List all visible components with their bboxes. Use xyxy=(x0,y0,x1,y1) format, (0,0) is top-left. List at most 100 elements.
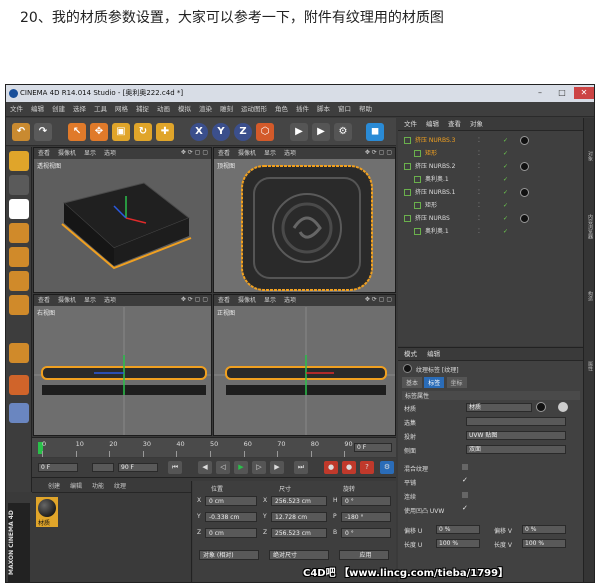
seamless-checkbox[interactable] xyxy=(462,492,468,498)
redo-icon[interactable]: ↷ xyxy=(34,123,52,141)
size-field[interactable]: 256.523 cm xyxy=(271,496,327,506)
maximize-button[interactable]: □ xyxy=(552,87,572,99)
recent-tool-icon[interactable]: ✚ xyxy=(156,123,174,141)
tab-mode[interactable]: 模式 xyxy=(404,350,417,358)
undo-icon[interactable]: ↶ xyxy=(12,123,30,141)
viewport-top[interactable]: 查看 摄像机 显示 选项 ✥ ⟳ ▢ ▢ 顶视图 xyxy=(213,147,396,293)
workplane-icon[interactable] xyxy=(9,403,29,423)
size-field[interactable]: 12.728 cm xyxy=(271,512,327,522)
play-icon[interactable]: ▶ xyxy=(234,461,248,474)
length-u-field[interactable]: 100 % xyxy=(436,539,480,548)
keyframe-icon[interactable]: ⚙ xyxy=(380,461,394,474)
projection-select[interactable]: UVW 贴图 xyxy=(466,431,566,440)
visibility-icon[interactable]: ⁚ xyxy=(478,160,480,173)
menu-item[interactable]: 渲染 xyxy=(195,102,216,117)
viewport-right[interactable]: 查看 摄像机 显示 选项 ✥ ⟳ ▢ ▢ 右视图 xyxy=(33,294,212,436)
visibility-icon[interactable]: ⁚ xyxy=(478,212,480,225)
side-tab[interactable]: 内容浏览器 xyxy=(585,196,594,256)
frame-step-field[interactable] xyxy=(92,463,114,472)
menu-item[interactable]: 工具 xyxy=(90,102,111,117)
offset-v-field[interactable]: 0 % xyxy=(522,525,566,534)
next-frame-icon[interactable]: ▷ xyxy=(252,461,266,474)
menu-item[interactable]: 运动图形 xyxy=(237,102,271,117)
help-icon[interactable]: ? xyxy=(360,461,374,474)
enabled-check-icon[interactable]: ✓ xyxy=(503,225,508,238)
rotation-field[interactable]: 0 ° xyxy=(341,496,391,506)
material-swatch[interactable]: 材质 xyxy=(36,497,58,527)
y-axis-icon[interactable]: Y xyxy=(212,123,230,141)
uv-mode-icon[interactable] xyxy=(9,295,29,315)
cube-icon[interactable]: ◼ xyxy=(366,123,384,141)
object-row[interactable]: 矩形 ⁚ ✓ xyxy=(398,199,584,212)
edges-mode-icon[interactable] xyxy=(9,247,29,267)
material-tag-icon[interactable] xyxy=(520,136,529,145)
use-object-icon[interactable] xyxy=(9,175,29,195)
menu-item[interactable]: 捕捉 xyxy=(132,102,153,117)
visibility-icon[interactable]: ⁚ xyxy=(478,186,480,199)
close-button[interactable]: ✕ xyxy=(574,87,594,99)
object-row[interactable]: 挤压 NURBS.1 ⁚ ✓ xyxy=(398,186,584,199)
position-field[interactable]: -0.338 cm xyxy=(205,512,257,522)
material-tag-icon[interactable] xyxy=(520,214,529,223)
object-row[interactable]: 奥利奥.1 ⁚ ✓ xyxy=(398,225,584,238)
move-tool-icon[interactable]: ✥ xyxy=(90,123,108,141)
subtab-coord[interactable]: 坐标 xyxy=(446,377,467,388)
coord-system-icon[interactable]: ⬡ xyxy=(256,123,274,141)
object-tab[interactable]: 文件 xyxy=(404,120,417,128)
size-field[interactable]: 256.523 cm xyxy=(271,528,327,538)
offset-u-field[interactable]: 0 % xyxy=(436,525,480,534)
selection-field[interactable] xyxy=(466,417,566,426)
material-tab[interactable]: 创建 xyxy=(48,483,60,490)
menu-item[interactable]: 窗口 xyxy=(334,102,355,117)
object-row[interactable]: 挤压 NURBS.3 ⁚ ✓ xyxy=(398,134,584,147)
visibility-icon[interactable]: ⁚ xyxy=(478,147,480,160)
bump-checkbox[interactable]: ✓ xyxy=(462,504,468,512)
live-select-icon[interactable]: ↖ xyxy=(68,123,86,141)
render-view-icon[interactable]: ▶ xyxy=(290,123,308,141)
menu-item[interactable]: 创建 xyxy=(48,102,69,117)
position-field[interactable]: 0 cm xyxy=(205,528,257,538)
viewport-front[interactable]: 查看 摄像机 显示 选项 ✥ ⟳ ▢ ▢ 正视图 xyxy=(213,294,396,436)
length-v-field[interactable]: 100 % xyxy=(522,539,566,548)
rotation-field[interactable]: -180 ° xyxy=(341,512,391,522)
viewport-perspective[interactable]: 查看 摄像机 显示 选项 ✥ ⟳ ▢ ▢ 透视视图 xyxy=(33,147,212,293)
timeline[interactable]: 0 F 0 10 20 30 40 50 60 70 80 90 xyxy=(32,437,396,457)
side-tab[interactable]: 属性 xyxy=(585,336,594,396)
tab-edit[interactable]: 编辑 xyxy=(427,350,440,358)
rotate-tool-icon[interactable]: ↻ xyxy=(134,123,152,141)
material-tab[interactable]: 编辑 xyxy=(70,483,82,490)
render-picture-icon[interactable]: ▶ xyxy=(312,123,330,141)
start-frame-field[interactable]: 0 F xyxy=(38,463,78,472)
points-mode-icon[interactable] xyxy=(9,223,29,243)
rotation-field[interactable]: 0 ° xyxy=(341,528,391,538)
z-axis-icon[interactable]: Z xyxy=(234,123,252,141)
object-row[interactable]: 挤压 NURBS ⁚ ✓ xyxy=(398,212,584,225)
object-tab[interactable]: 编辑 xyxy=(426,120,439,128)
menu-item[interactable]: 文件 xyxy=(6,102,27,117)
enabled-check-icon[interactable]: ✓ xyxy=(503,173,508,186)
menu-item[interactable]: 网格 xyxy=(111,102,132,117)
enabled-check-icon[interactable]: ✓ xyxy=(503,160,508,173)
material-tag-icon[interactable] xyxy=(520,188,529,197)
subtab-tag[interactable]: 标签 xyxy=(424,377,445,388)
visibility-icon[interactable]: ⁚ xyxy=(478,225,480,238)
object-tab[interactable]: 对象 xyxy=(470,120,483,128)
menu-item[interactable]: 雕刻 xyxy=(216,102,237,117)
end-frame-field[interactable]: 90 F xyxy=(118,463,158,472)
record-icon[interactable]: ● xyxy=(324,461,338,474)
magnet-icon[interactable] xyxy=(9,375,29,395)
apply-button[interactable]: 应用 xyxy=(339,550,389,560)
object-row[interactable]: 奥利奥.1 ⁚ ✓ xyxy=(398,173,584,186)
enabled-check-icon[interactable]: ✓ xyxy=(503,186,508,199)
material-tag-icon[interactable] xyxy=(520,162,529,171)
x-axis-icon[interactable]: X xyxy=(190,123,208,141)
enabled-check-icon[interactable]: ✓ xyxy=(503,134,508,147)
menu-item[interactable]: 插件 xyxy=(292,102,313,117)
next-key-icon[interactable]: ▶ xyxy=(270,461,284,474)
menu-item[interactable]: 选择 xyxy=(69,102,90,117)
prev-frame-icon[interactable]: ◁ xyxy=(216,461,230,474)
side-tab[interactable]: 对象 xyxy=(585,126,594,186)
tile-checkbox[interactable]: ✓ xyxy=(462,476,468,484)
visibility-icon[interactable]: ⁚ xyxy=(478,134,480,147)
goto-end-icon[interactable]: ⏭ xyxy=(294,461,308,474)
